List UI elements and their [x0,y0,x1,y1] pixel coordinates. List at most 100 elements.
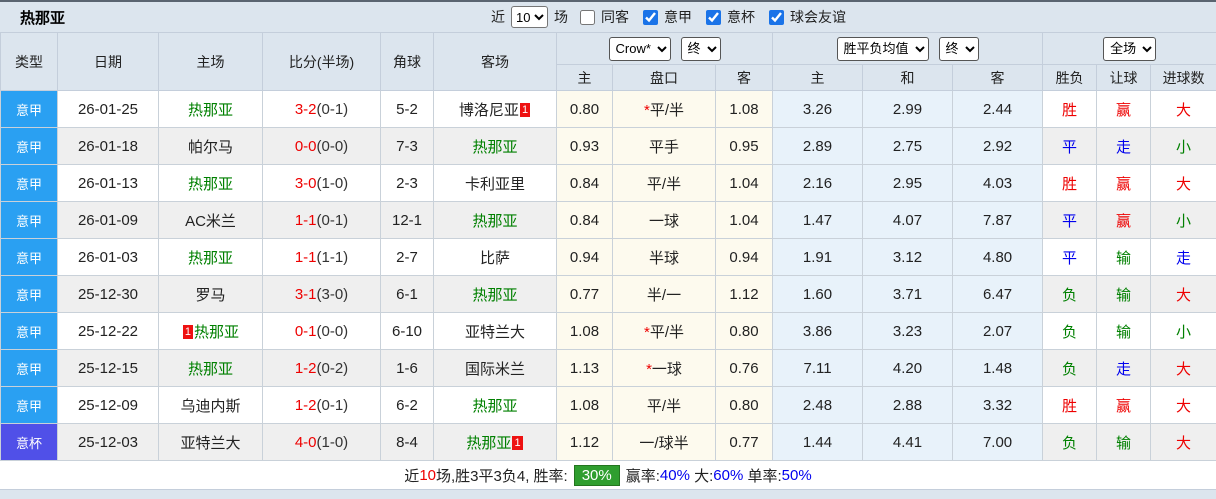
avg-draw-cell: 2.95 [863,165,953,202]
home-team-cell[interactable]: 1热那亚 [159,313,263,350]
italy-cup-label[interactable]: 意杯 [727,7,755,27]
team-name[interactable]: 卡利亚里 [465,176,525,193]
away-team-cell[interactable]: 热那亚 [434,276,557,313]
score-cell[interactable]: 1-1(1-1) [263,239,381,276]
avg-draw-cell: 3.12 [863,239,953,276]
team-name[interactable]: 热那亚 [472,139,517,156]
same-away-checkbox[interactable] [580,10,595,25]
avg-away-cell: 1.48 [953,350,1043,387]
home-team-cell[interactable]: 乌迪内斯 [159,387,263,424]
score-cell[interactable]: 0-0(0-0) [263,128,381,165]
avg-draw-cell: 4.41 [863,424,953,461]
halftime-score: (0-0) [317,323,349,340]
league-type-cell: 意甲 [1,202,58,239]
team-name[interactable]: 热那亚 [188,361,233,378]
home-team-cell[interactable]: 亚特兰大 [159,424,263,461]
halftime-score: (0-1) [317,101,349,118]
team-name[interactable]: 罗马 [195,287,225,304]
away-team-cell[interactable]: 博洛尼亚1 [434,91,557,128]
team-name[interactable]: 比萨 [480,250,510,267]
home-team-cell[interactable]: 热那亚 [159,165,263,202]
subheader-result: 胜负 [1043,65,1097,91]
team-name[interactable]: AC米兰 [185,213,236,230]
league-type-cell: 意甲 [1,387,58,424]
serie-a-label[interactable]: 意甲 [664,7,692,27]
score-cell[interactable]: 1-1(0-1) [263,202,381,239]
corners-cell: 2-7 [381,239,434,276]
score-cell[interactable]: 4-0(1-0) [263,424,381,461]
single-rate-label: 单率: [747,465,781,486]
home-team-cell[interactable]: 热那亚 [159,239,263,276]
rank-badge: 1 [520,103,530,117]
fulltime-scope-select[interactable]: 全场 [1103,37,1156,61]
team-name[interactable]: 国际米兰 [465,361,525,378]
team-name[interactable]: 热那亚 [472,398,517,415]
col-header-date: 日期 [58,33,159,91]
topbar: 热那亚 近 10 场 同客 意甲 意杯 球会友谊 [0,2,1216,32]
home-team-cell[interactable]: 热那亚 [159,350,263,387]
result-cell: 平 [1043,239,1097,276]
away-team-cell[interactable]: 比萨 [434,239,557,276]
team-name[interactable]: 热那亚 [472,213,517,230]
avg-draw-cell: 3.71 [863,276,953,313]
away-team-cell[interactable]: 热那亚 [434,387,557,424]
home-team-cell[interactable]: AC米兰 [159,202,263,239]
away-team-cell[interactable]: 卡利亚里 [434,165,557,202]
away-team-cell[interactable]: 热那亚 [434,202,557,239]
avg-draw-cell: 3.23 [863,313,953,350]
league-type-cell: 意甲 [1,313,58,350]
club-friendly-checkbox[interactable] [769,10,784,25]
team-name[interactable]: 热那亚 [188,250,233,267]
date-cell: 26-01-13 [58,165,159,202]
score-cell[interactable]: 3-0(1-0) [263,165,381,202]
score-cell[interactable]: 0-1(0-0) [263,313,381,350]
subheader-handicap: 盘口 [613,65,716,91]
league-type-cell: 意甲 [1,239,58,276]
halftime-score: (0-1) [317,212,349,229]
team-name[interactable]: 热那亚 [188,176,233,193]
bookmaker-select[interactable]: Crow* [609,37,671,61]
team-name[interactable]: 热那亚 [472,287,517,304]
home-team-cell[interactable]: 罗马 [159,276,263,313]
italy-cup-checkbox[interactable] [706,10,721,25]
team-name[interactable]: 热那亚 [466,435,511,452]
serie-a-checkbox[interactable] [643,10,658,25]
score-cell[interactable]: 3-2(0-1) [263,91,381,128]
club-friendly-label[interactable]: 球会友谊 [790,7,846,27]
date-cell: 26-01-18 [58,128,159,165]
avg-home-cell: 3.86 [773,313,863,350]
away-odds-cell: 0.76 [716,350,773,387]
avg-select[interactable]: 胜平负均值 [837,37,929,61]
recent-count-select[interactable]: 10 [511,6,548,28]
avg-time-select[interactable]: 终 [939,37,979,61]
same-away-label[interactable]: 同客 [601,7,629,27]
table-row: 意甲26-01-25热那亚3-2(0-1)5-2博洛尼亚10.80*平/半1.0… [1,91,1216,128]
score-cell[interactable]: 3-1(3-0) [263,276,381,313]
away-team-cell[interactable]: 国际米兰 [434,350,557,387]
avg-home-cell: 2.48 [773,387,863,424]
spread-rate-label: 赢率: [626,465,660,486]
team-name[interactable]: 帕尔马 [188,139,233,156]
team-name[interactable]: 热那亚 [188,102,233,119]
team-name[interactable]: 乌迪内斯 [180,398,240,415]
table-row: 意甲25-12-221热那亚0-1(0-0)6-10亚特兰大1.08*平/半0.… [1,313,1216,350]
date-cell: 25-12-09 [58,387,159,424]
team-name[interactable]: 博洛尼亚 [459,102,519,119]
team-name[interactable]: 亚特兰大 [465,324,525,341]
changed-odds-star: * [646,361,652,378]
home-team-cell[interactable]: 帕尔马 [159,128,263,165]
spread-cell: 赢 [1097,165,1151,202]
home-team-cell[interactable]: 热那亚 [159,91,263,128]
team-name[interactable]: 亚特兰大 [180,435,240,452]
odds-time-select[interactable]: 终 [681,37,721,61]
score-cell[interactable]: 1-2(0-1) [263,387,381,424]
away-team-cell[interactable]: 热那亚 [434,128,557,165]
team-name[interactable]: 热那亚 [194,324,239,341]
date-cell: 26-01-09 [58,202,159,239]
away-team-cell[interactable]: 亚特兰大 [434,313,557,350]
away-team-cell[interactable]: 热那亚1 [434,424,557,461]
table-row: 意甲25-12-09乌迪内斯1-2(0-1)6-2热那亚1.08平/半0.802… [1,387,1216,424]
table-row: 意甲25-12-15热那亚1-2(0-2)1-6国际米兰1.13*一球0.767… [1,350,1216,387]
home-odds-cell: 0.80 [557,91,613,128]
score-cell[interactable]: 1-2(0-2) [263,350,381,387]
